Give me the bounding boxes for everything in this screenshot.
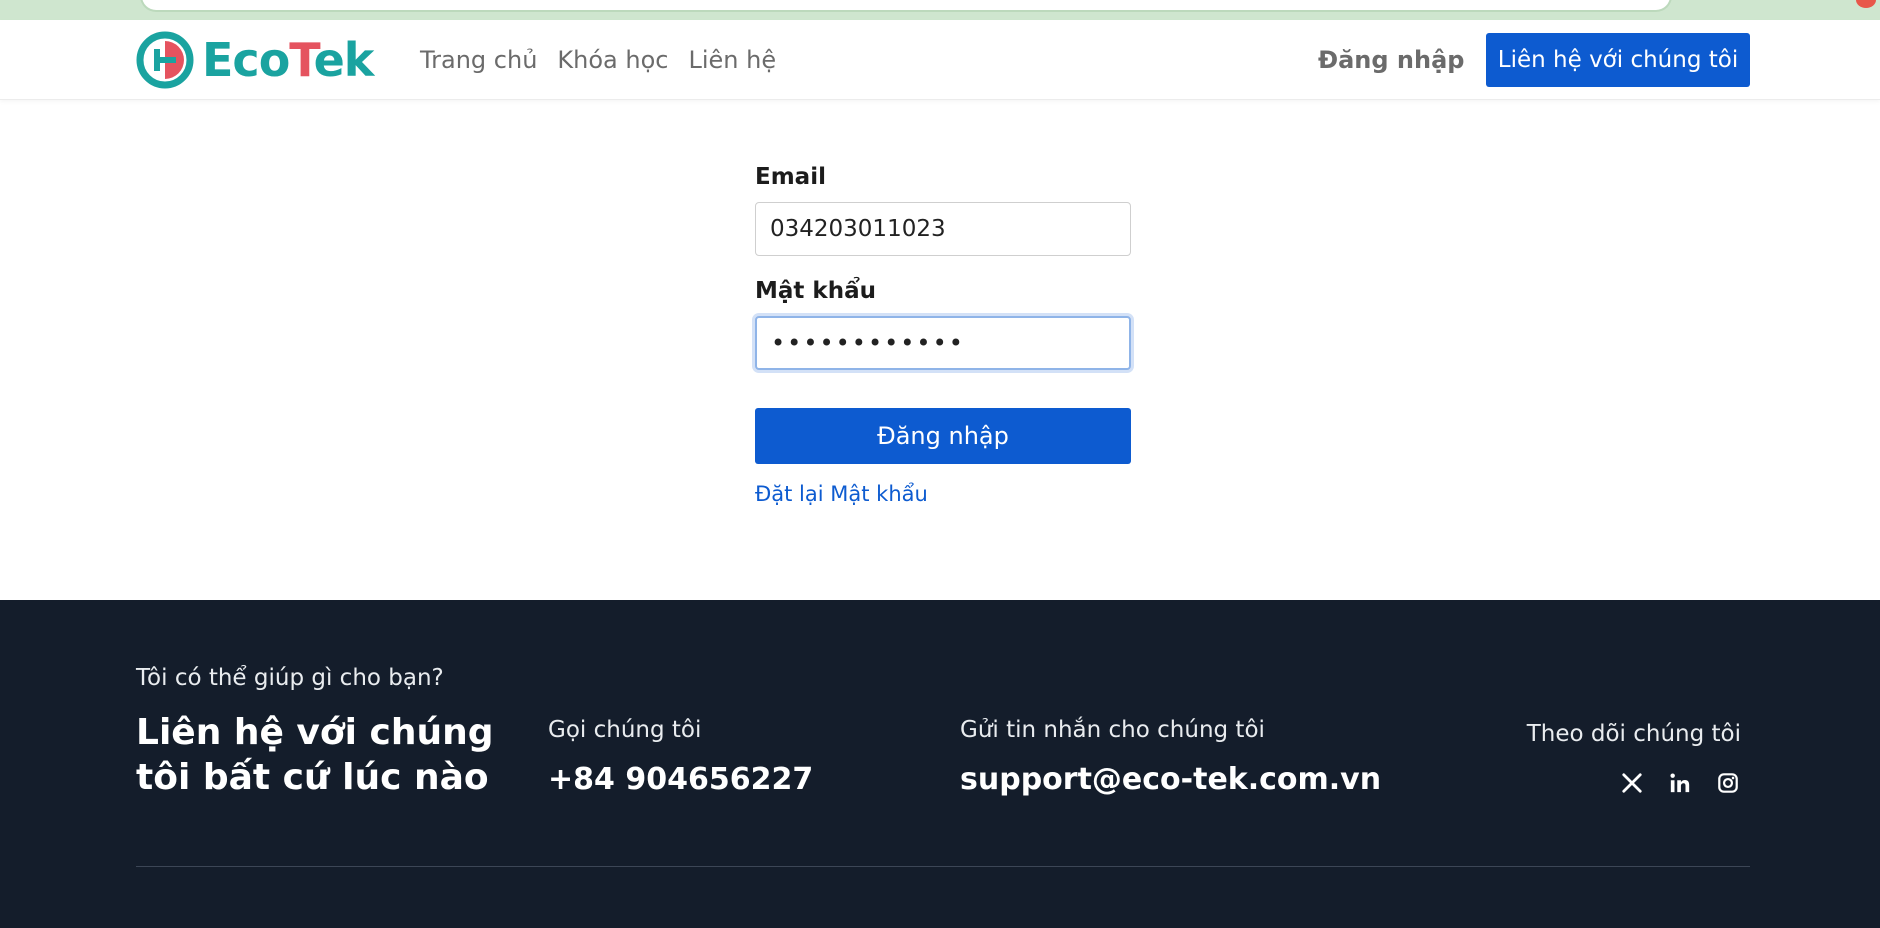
footer-call-label: Gọi chúng tôi [548, 717, 702, 743]
login-form: Email 034203011023 Mật khẩu ••••••••••••… [755, 164, 1131, 506]
site-footer: Tôi có thể giúp gì cho bạn? Liên hệ với … [0, 600, 1880, 928]
footer-divider [136, 866, 1750, 867]
footer-headline: Liên hệ với chúng tôi bất cứ lúc nào [136, 712, 494, 798]
nav-home[interactable]: Trang chủ [420, 46, 537, 74]
password-input[interactable]: •••••••••••• [755, 316, 1131, 370]
footer-email-address[interactable]: support@eco-tek.com.vn [960, 762, 1381, 797]
footer-help-text: Tôi có thể giúp gì cho bạn? [136, 665, 444, 691]
main-nav: Trang chủ Khóa học Liên hệ [420, 46, 776, 74]
browser-toolbar [0, 0, 1880, 20]
instagram-icon[interactable] [1715, 770, 1741, 796]
site-header: EcoTek Trang chủ Khóa học Liên hệ Đăng n… [0, 20, 1880, 100]
logo-text: EcoTek [202, 33, 375, 87]
ecotek-logo-icon [136, 31, 194, 89]
logo-text-t: T [289, 33, 314, 87]
browser-profile-icon[interactable] [1856, 0, 1876, 8]
ecotek-logo[interactable]: EcoTek [136, 30, 375, 90]
footer-phone-number[interactable]: +84 904656227 [548, 762, 813, 797]
password-input-value: •••••••••••• [771, 329, 965, 357]
logo-text-eco: Eco [202, 33, 290, 87]
email-label: Email [755, 164, 826, 190]
email-input-value: 034203011023 [770, 216, 946, 242]
nav-courses[interactable]: Khóa học [557, 46, 668, 74]
header-login-link[interactable]: Đăng nhập [1318, 46, 1464, 74]
browser-address-bar[interactable] [140, 0, 1672, 12]
footer-message-label: Gửi tin nhắn cho chúng tôi [960, 717, 1265, 743]
linkedin-icon[interactable] [1667, 770, 1693, 796]
login-submit-button[interactable]: Đăng nhập [755, 408, 1131, 464]
logo-text-ek: ek [313, 33, 375, 87]
password-label: Mật khẩu [755, 278, 876, 304]
x-icon[interactable] [1619, 770, 1645, 796]
contact-us-button[interactable]: Liên hệ với chúng tôi [1486, 33, 1750, 87]
nav-contact[interactable]: Liên hệ [688, 46, 776, 74]
email-input[interactable]: 034203011023 [755, 202, 1131, 256]
reset-password-link[interactable]: Đặt lại Mật khẩu [755, 482, 928, 506]
footer-follow-label: Theo dõi chúng tôi [1526, 721, 1741, 747]
footer-social-links [1619, 770, 1741, 796]
